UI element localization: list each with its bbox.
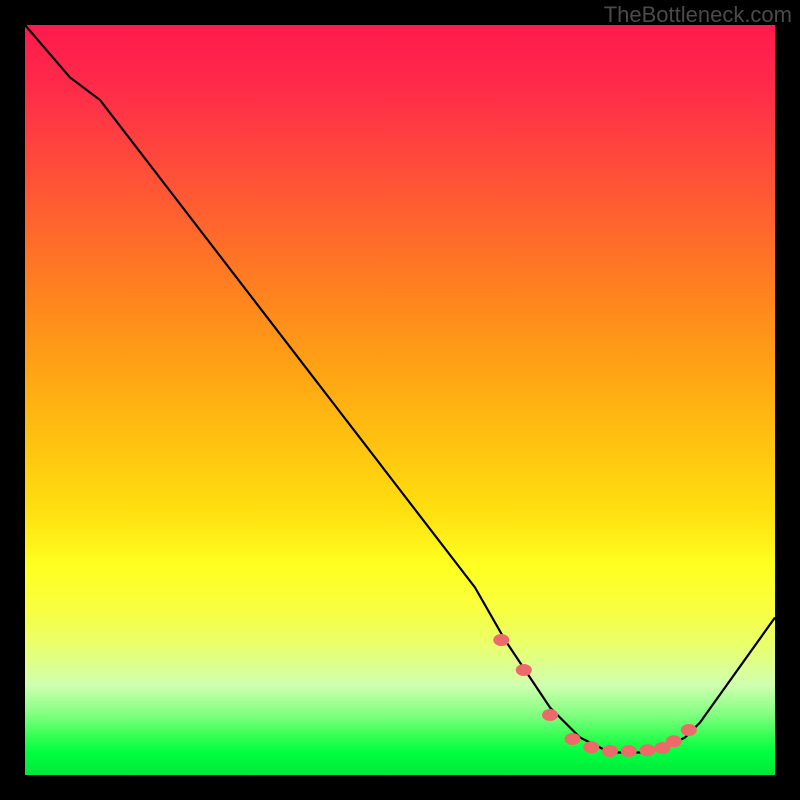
chart-overlay [25, 25, 775, 775]
watermark-text: TheBottleneck.com [604, 2, 792, 28]
highlight-marker [621, 745, 637, 757]
markers-group [493, 634, 697, 757]
highlight-marker [565, 733, 581, 745]
highlight-marker [602, 745, 618, 757]
highlight-marker [583, 741, 599, 753]
highlight-marker [542, 709, 558, 721]
highlight-marker [516, 664, 532, 676]
highlight-marker [666, 735, 682, 747]
bottleneck-curve [25, 25, 775, 753]
highlight-marker [493, 634, 509, 646]
highlight-marker [640, 744, 656, 756]
plot-area [25, 25, 775, 775]
highlight-marker [681, 724, 697, 736]
